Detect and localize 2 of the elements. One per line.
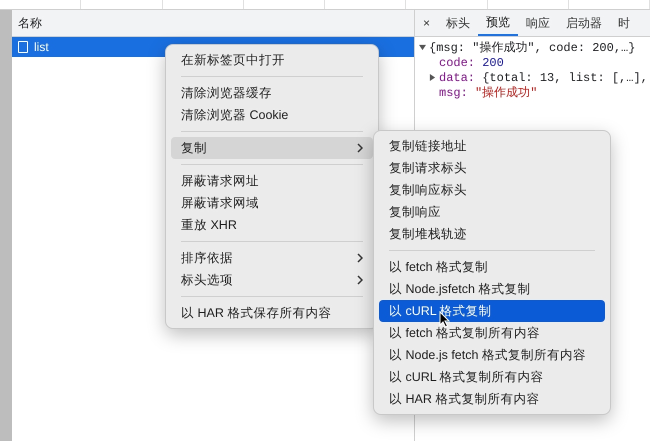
json-property: msg: "操作成功" — [438, 86, 538, 101]
json-property: code: 200 — [438, 56, 505, 71]
